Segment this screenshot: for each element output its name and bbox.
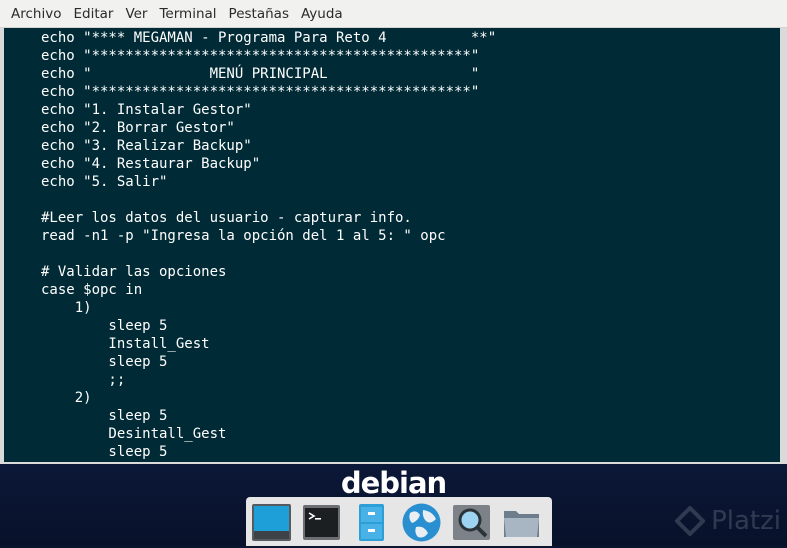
terminal-line: #Leer los datos del usuario - capturar i…: [41, 210, 412, 226]
terminal-window: echo "**** MEGAMAN - Programa Para Reto …: [0, 28, 787, 464]
terminal-line: echo "**** MEGAMAN - Programa Para Reto …: [41, 30, 497, 46]
terminal-line: sleep 5: [41, 444, 168, 460]
terminal-line: echo "5. Salir": [41, 174, 168, 190]
terminal-line: read -n1 -p "Ingresa la opción del 1 al …: [41, 228, 446, 244]
menu-pestanas[interactable]: Pestañas: [223, 0, 295, 28]
file-cabinet-icon[interactable]: [350, 501, 393, 544]
folder-icon[interactable]: [500, 501, 543, 544]
platzi-watermark: Platzi: [675, 504, 781, 538]
terminal-line: echo "3. Realizar Backup": [41, 138, 252, 154]
dock: [246, 497, 552, 546]
terminal-line: sleep 5: [41, 354, 168, 370]
terminal-line: 1): [41, 300, 92, 316]
terminal-content[interactable]: echo "**** MEGAMAN - Programa Para Reto …: [41, 29, 496, 461]
terminal-line: echo "1. Instalar Gestor": [41, 102, 252, 118]
terminal-line: echo "2. Borrar Gestor": [41, 120, 235, 136]
menu-terminal[interactable]: Terminal: [153, 0, 222, 28]
menu-bar: Archivo Editar Ver Terminal Pestañas Ayu…: [0, 0, 787, 28]
terminal-line: case $opc in: [41, 282, 143, 298]
platzi-logo-icon: [675, 506, 706, 536]
terminal-icon[interactable]: [300, 501, 343, 544]
menu-ayuda[interactable]: Ayuda: [295, 0, 349, 28]
terminal-line: echo "**********************************…: [41, 84, 480, 100]
terminal-line: 2): [41, 390, 92, 406]
debian-logo-text: debian: [340, 466, 447, 500]
menu-ver[interactable]: Ver: [119, 0, 153, 28]
menu-editar[interactable]: Editar: [67, 0, 119, 28]
show-desktop-icon[interactable]: [250, 501, 293, 544]
terminal-scrollbar[interactable]: [774, 28, 779, 462]
web-browser-icon[interactable]: [400, 501, 443, 544]
terminal-line: echo "**********************************…: [41, 48, 480, 64]
terminal-line: Desintall_Gest: [41, 426, 227, 442]
terminal-line: Install_Gest: [41, 336, 210, 352]
terminal-line: echo " MENÚ PRINCIPAL ": [41, 66, 480, 82]
menu-archivo[interactable]: Archivo: [5, 0, 67, 28]
terminal-line: # Validar las opciones: [41, 264, 227, 280]
desktop-background: debian Platzi: [0, 464, 787, 546]
terminal-line: sleep 5: [41, 318, 168, 334]
terminal-text-area[interactable]: echo "**** MEGAMAN - Programa Para Reto …: [4, 28, 780, 462]
terminal-line: sleep 5: [41, 408, 168, 424]
platzi-watermark-text: Platzi: [711, 506, 781, 536]
terminal-line: echo "4. Restaurar Backup": [41, 156, 261, 172]
terminal-line: ;;: [41, 372, 126, 388]
search-icon[interactable]: [450, 501, 493, 544]
